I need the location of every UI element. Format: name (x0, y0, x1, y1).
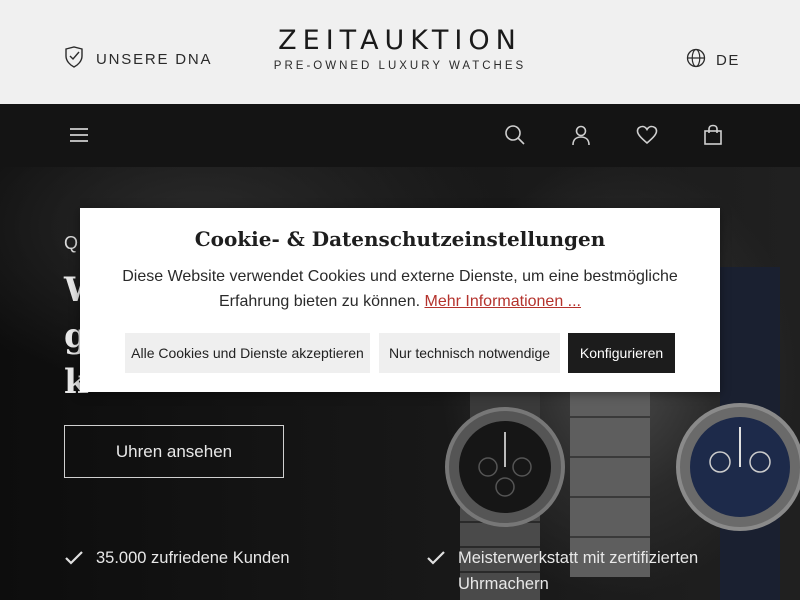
search-icon[interactable] (502, 122, 528, 148)
usp-text: 35.000 zufriedene Kunden (96, 549, 290, 567)
user-icon[interactable] (568, 122, 594, 148)
necessary-only-button[interactable]: Nur technisch notwendige (379, 333, 560, 373)
language-label: DE (716, 51, 740, 69)
logo-title: ZEITAUKTION (278, 25, 522, 56)
cookie-description: Diese Website verwendet Cookies und exte… (122, 268, 678, 310)
checkmark-icon (64, 545, 84, 576)
more-info-link[interactable]: Mehr Informationen ... (424, 293, 581, 310)
cookie-dialog-title: Cookie- & Datenschutzeinstellungen (194, 227, 606, 251)
shopping-bag-icon[interactable] (700, 122, 726, 148)
menu-icon[interactable] (66, 122, 92, 148)
our-dna-link[interactable]: UNSERE DNA (64, 46, 212, 72)
top-header: UNSERE DNA ZEITAUKTION PRE-OWNED LUXURY … (0, 0, 800, 104)
site-logo[interactable]: ZEITAUKTION PRE-OWNED LUXURY WATCHES (264, 25, 536, 73)
view-watches-button[interactable]: Uhren ansehen (64, 425, 284, 478)
accept-all-button[interactable]: Alle Cookies und Dienste akzeptieren (125, 333, 370, 373)
cookie-dialog-text: Diese Website verwendet Cookies und exte… (92, 264, 708, 314)
heart-icon[interactable] (634, 122, 660, 148)
globe-icon (686, 48, 706, 72)
cookie-consent-dialog: Cookie- & Datenschutzeinstellungen Diese… (80, 208, 720, 392)
logo-subtitle: PRE-OWNED LUXURY WATCHES (273, 60, 527, 72)
usp-item: Meisterwerkstatt mit zertifizierten Uhrm… (426, 545, 726, 597)
checkmark-icon (426, 545, 446, 576)
nav-bar (0, 104, 800, 167)
hero-kicker: Q (64, 233, 82, 253)
configure-button[interactable]: Konfigurieren (568, 333, 675, 373)
our-dna-label: UNSERE DNA (96, 50, 213, 68)
shield-check-icon (64, 46, 84, 72)
language-selector[interactable]: DE (686, 48, 740, 72)
usp-text: Meisterwerkstatt mit zertifizierten Uhrm… (458, 549, 699, 593)
usp-item: 35.000 zufriedene Kunden (64, 545, 290, 576)
